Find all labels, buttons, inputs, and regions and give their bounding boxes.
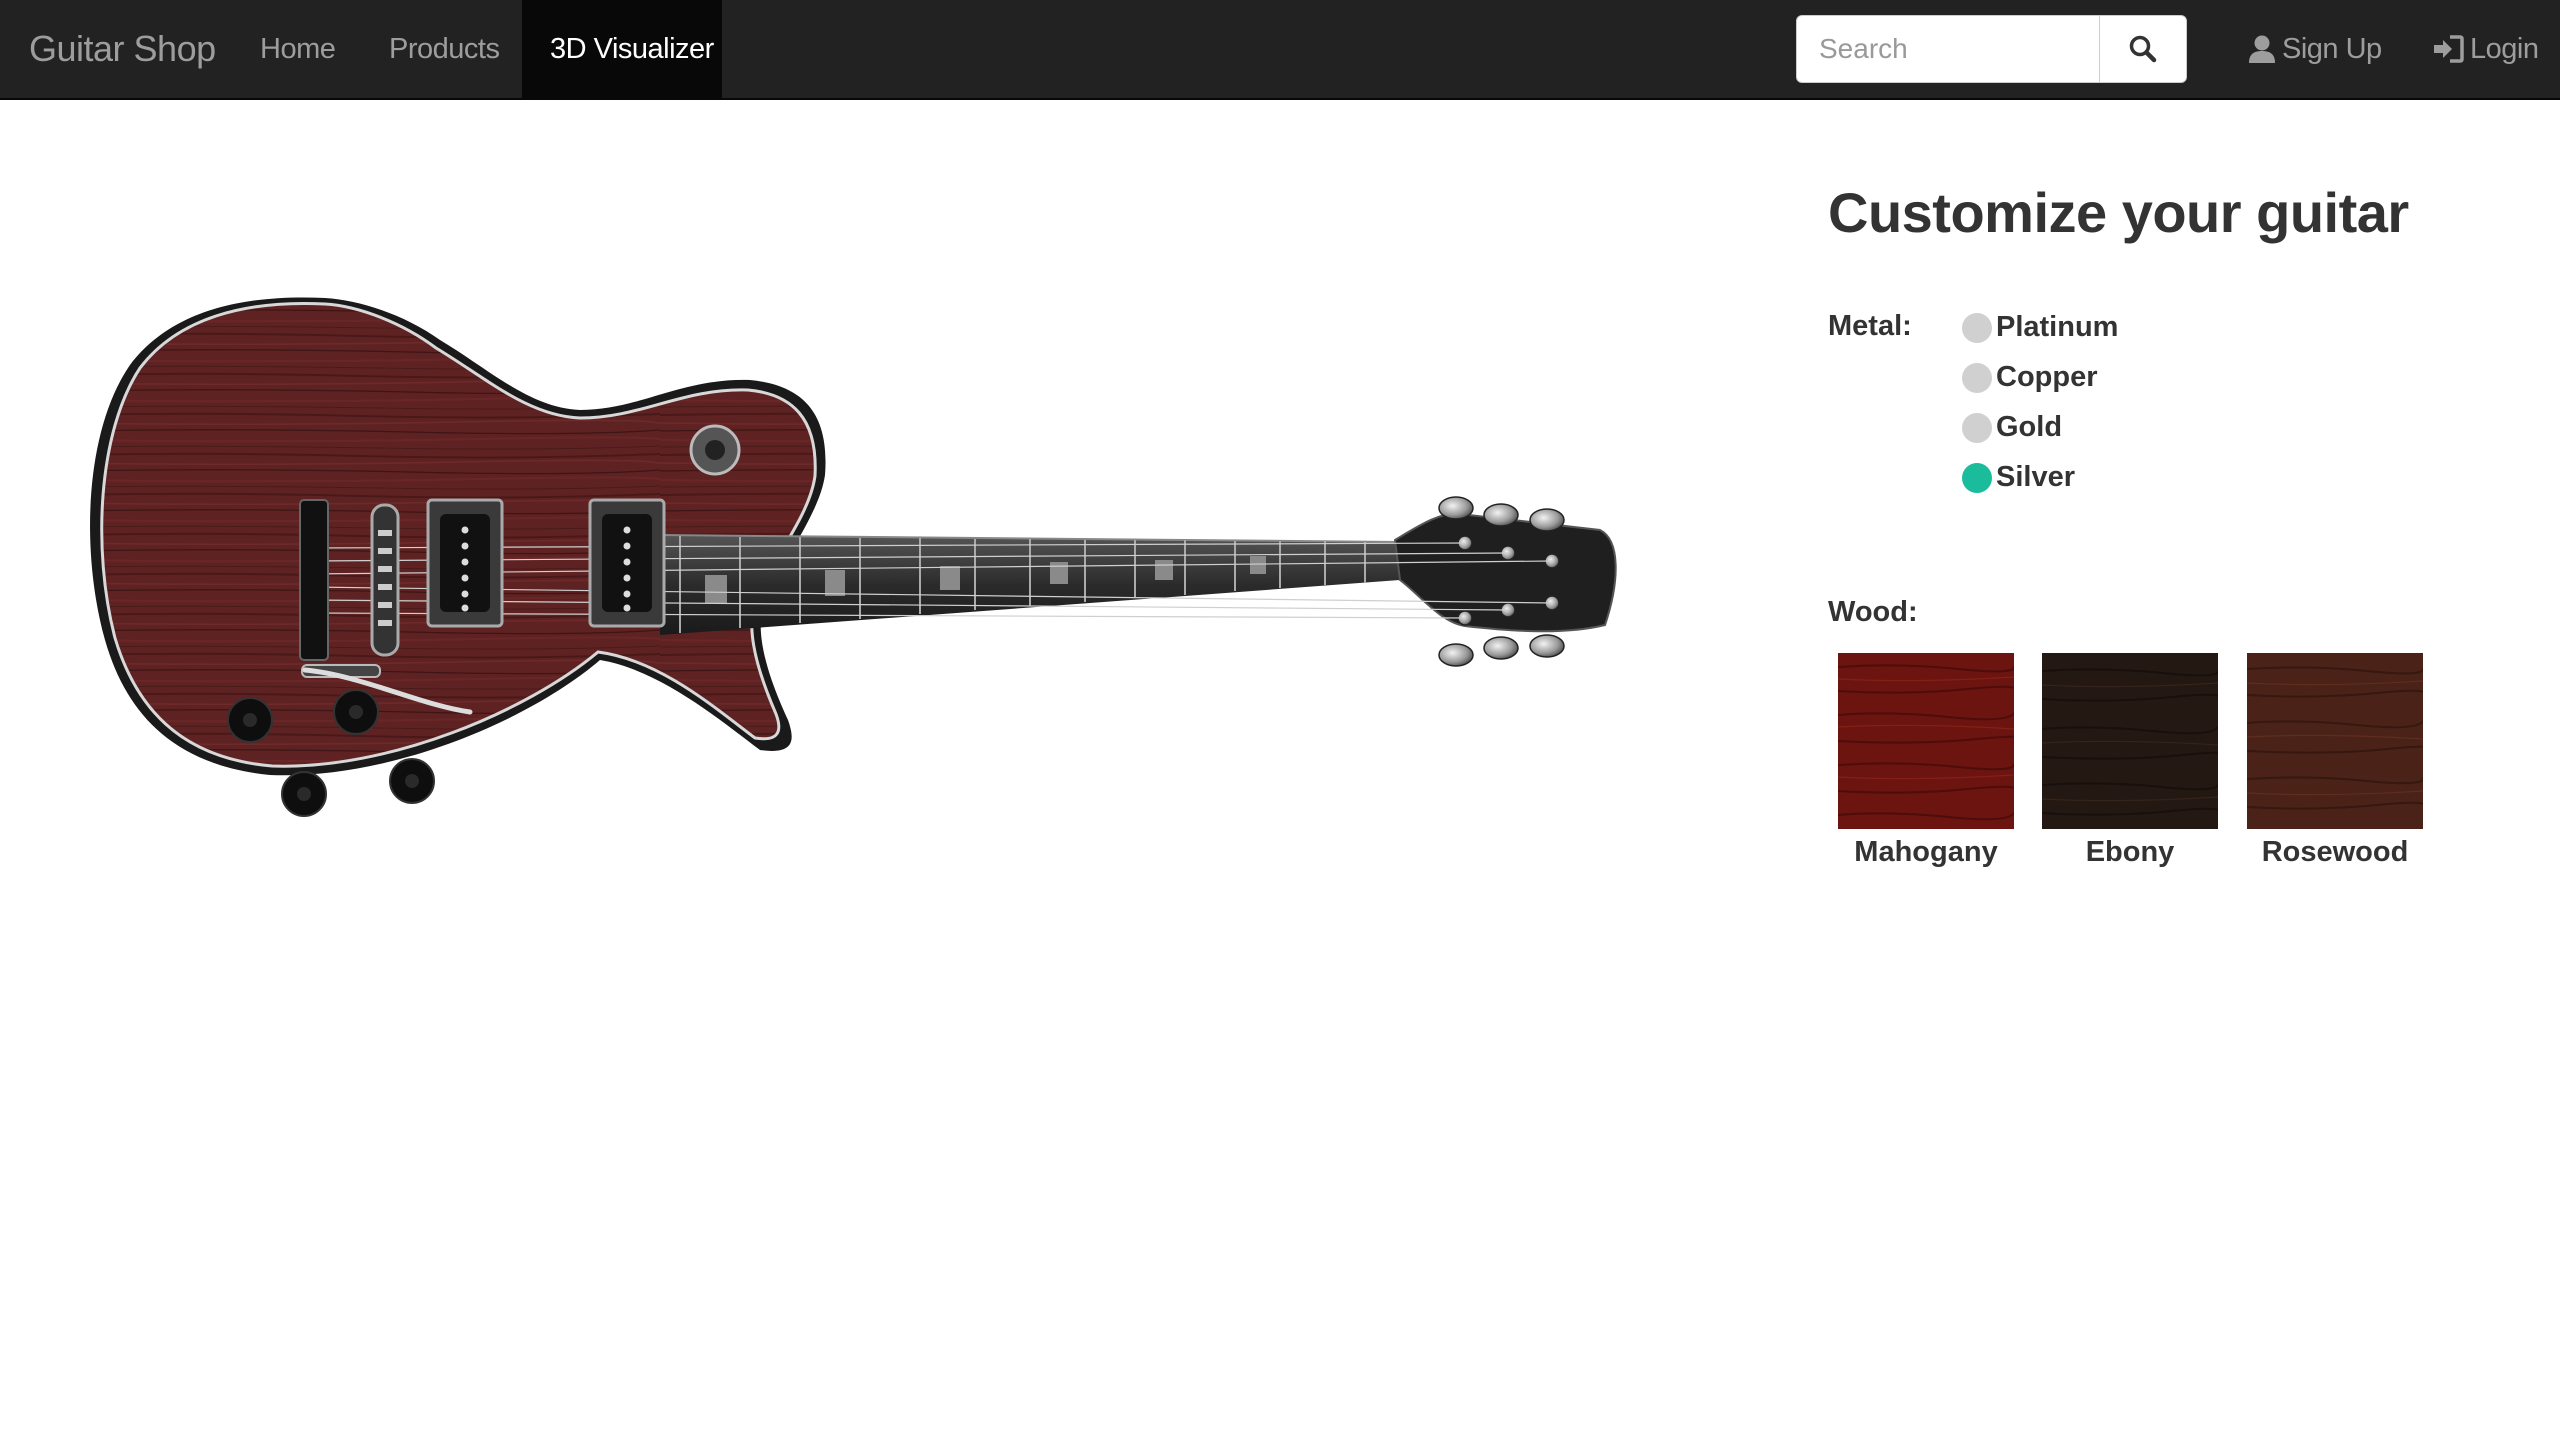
metal-option-label: Gold xyxy=(1996,411,2063,443)
user-icon xyxy=(2249,35,2275,63)
metal-label: Metal: xyxy=(1828,310,1912,342)
metal-option-silver[interactable]: Silver xyxy=(1962,461,2075,494)
radio-silver[interactable] xyxy=(1962,462,1992,493)
radio-gold[interactable] xyxy=(1962,412,1992,443)
brand-link[interactable]: Guitar Shop xyxy=(29,0,216,98)
radio-platinum[interactable] xyxy=(1962,312,1992,343)
login-link[interactable]: Login xyxy=(2432,0,2539,98)
panel-title: Customize your guitar xyxy=(1828,181,2409,244)
metal-option-platinum[interactable]: Platinum xyxy=(1962,311,2118,344)
wood-label-rosewood: Rosewood xyxy=(2261,836,2409,868)
metal-option-gold[interactable]: Gold xyxy=(1962,411,2062,444)
wood-label-mahogany: Mahogany xyxy=(1854,836,1998,868)
signup-link[interactable]: Sign Up xyxy=(2248,0,2382,98)
metal-option-label: Platinum xyxy=(1996,311,2119,343)
wood-swatch-mahogany[interactable] xyxy=(1838,653,2014,829)
wood-label-ebony: Ebony xyxy=(2085,836,2175,868)
wood-label: Wood: xyxy=(1828,596,1918,628)
metal-option-label: Silver xyxy=(1996,461,2075,493)
signup-label: Sign Up xyxy=(2282,32,2382,65)
nav-home[interactable]: Home xyxy=(260,0,336,98)
wood-swatch-ebony[interactable] xyxy=(2042,653,2218,829)
search-input[interactable] xyxy=(1796,15,2100,83)
metal-option-label: Copper xyxy=(1996,361,2098,393)
nav-3d-visualizer[interactable]: 3D Visualizer xyxy=(550,0,714,98)
nav-products[interactable]: Products xyxy=(389,0,500,98)
sign-in-icon xyxy=(2434,35,2464,63)
guitar-3d-viewer[interactable] xyxy=(60,250,1640,890)
metal-option-copper[interactable]: Copper xyxy=(1962,361,2098,394)
navbar: Guitar Shop Home Products 3D Visualizer … xyxy=(0,0,2560,100)
login-label: Login xyxy=(2470,32,2539,65)
radio-copper[interactable] xyxy=(1962,362,1992,393)
search-icon xyxy=(2129,35,2157,63)
search-button[interactable] xyxy=(2099,15,2187,83)
guitar-render xyxy=(90,297,1617,817)
wood-swatch-rosewood[interactable] xyxy=(2247,653,2423,829)
